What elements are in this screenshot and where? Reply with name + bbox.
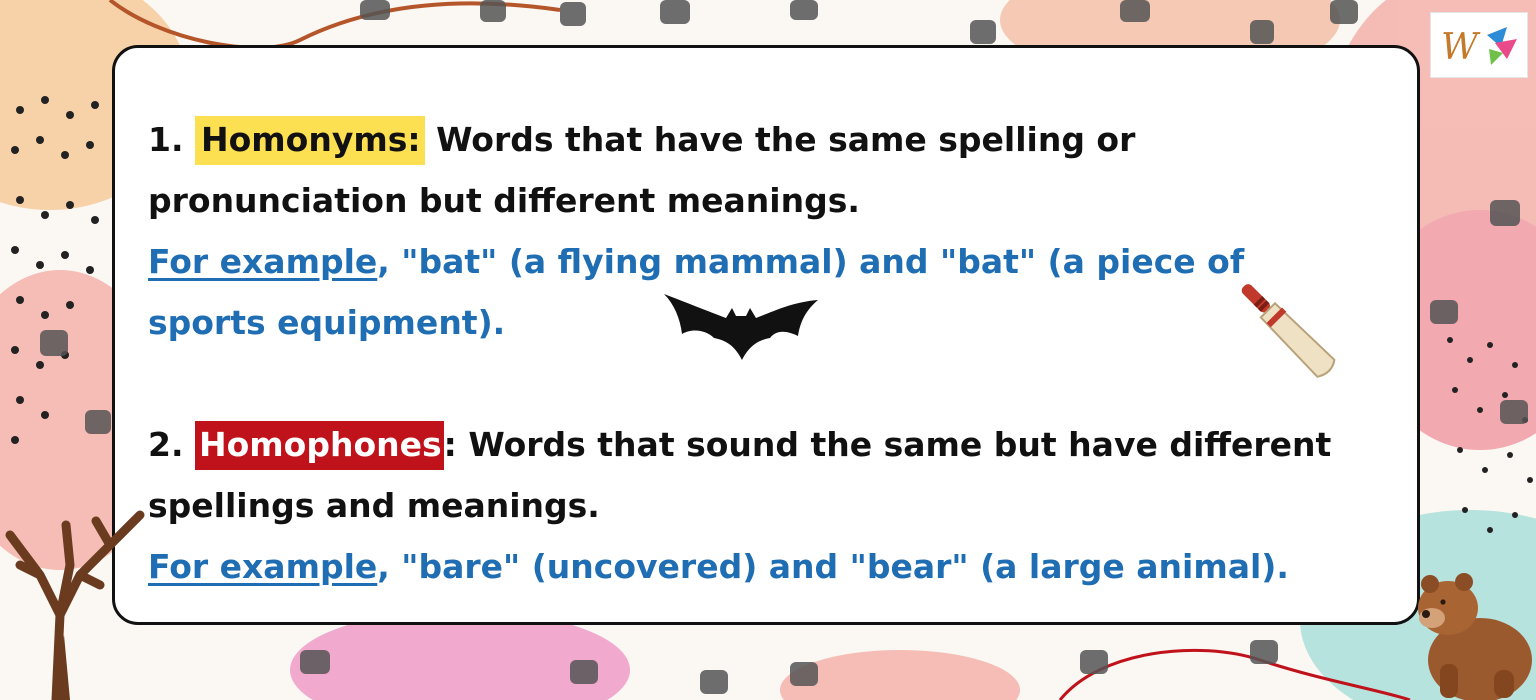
homonyms-definition-text-1: Words that have the same spelling or [436,120,1136,159]
homophones-definition-line-1: 2. Homophones: Words that sound the same… [148,421,1332,470]
cricket-bat-icon [1241,284,1336,378]
logo-icon: W [1430,12,1528,78]
bat-animal-icon [664,294,818,360]
logo-letter: W [1441,27,1481,68]
homophones-colon: : [443,425,457,464]
homonyms-example-text-2: sports equipment). [148,303,506,342]
homonyms-example-line-2: sports equipment). [148,301,505,345]
section-2-number: 2. [148,425,184,464]
homophones-definition-text-2: spellings and meanings. [148,486,600,525]
homonyms-definition-text-2: pronunciation but different meanings. [148,181,860,220]
tree-icon [5,510,145,700]
homophones-example-link[interactable]: For example [148,547,377,586]
section-1-number: 1. [148,120,184,159]
bear-icon [1418,573,1532,700]
homophones-example-line-1: For example, "bare" (uncovered) and "bea… [148,545,1289,589]
homophones-definition-line-2: spellings and meanings. [148,484,600,528]
homonyms-definition-line-1: 1. Homonyms: Words that have the same sp… [148,116,1136,165]
homophones-term: Homophones [195,421,444,470]
homonyms-definition-line-2: pronunciation but different meanings. [148,179,860,223]
homonyms-example-text-1: , "bat" (a flying mammal) and "bat" (a p… [377,242,1245,281]
homonyms-term: Homonyms: [195,116,425,165]
homophones-example-text-1: , "bare" (uncovered) and "bear" (a large… [377,547,1289,586]
homophones-definition-text-1: Words that sound the same but have diffe… [468,425,1332,464]
homonyms-example-link[interactable]: For example [148,242,377,281]
homonyms-example-line-1: For example, "bat" (a flying mammal) and… [148,240,1244,284]
